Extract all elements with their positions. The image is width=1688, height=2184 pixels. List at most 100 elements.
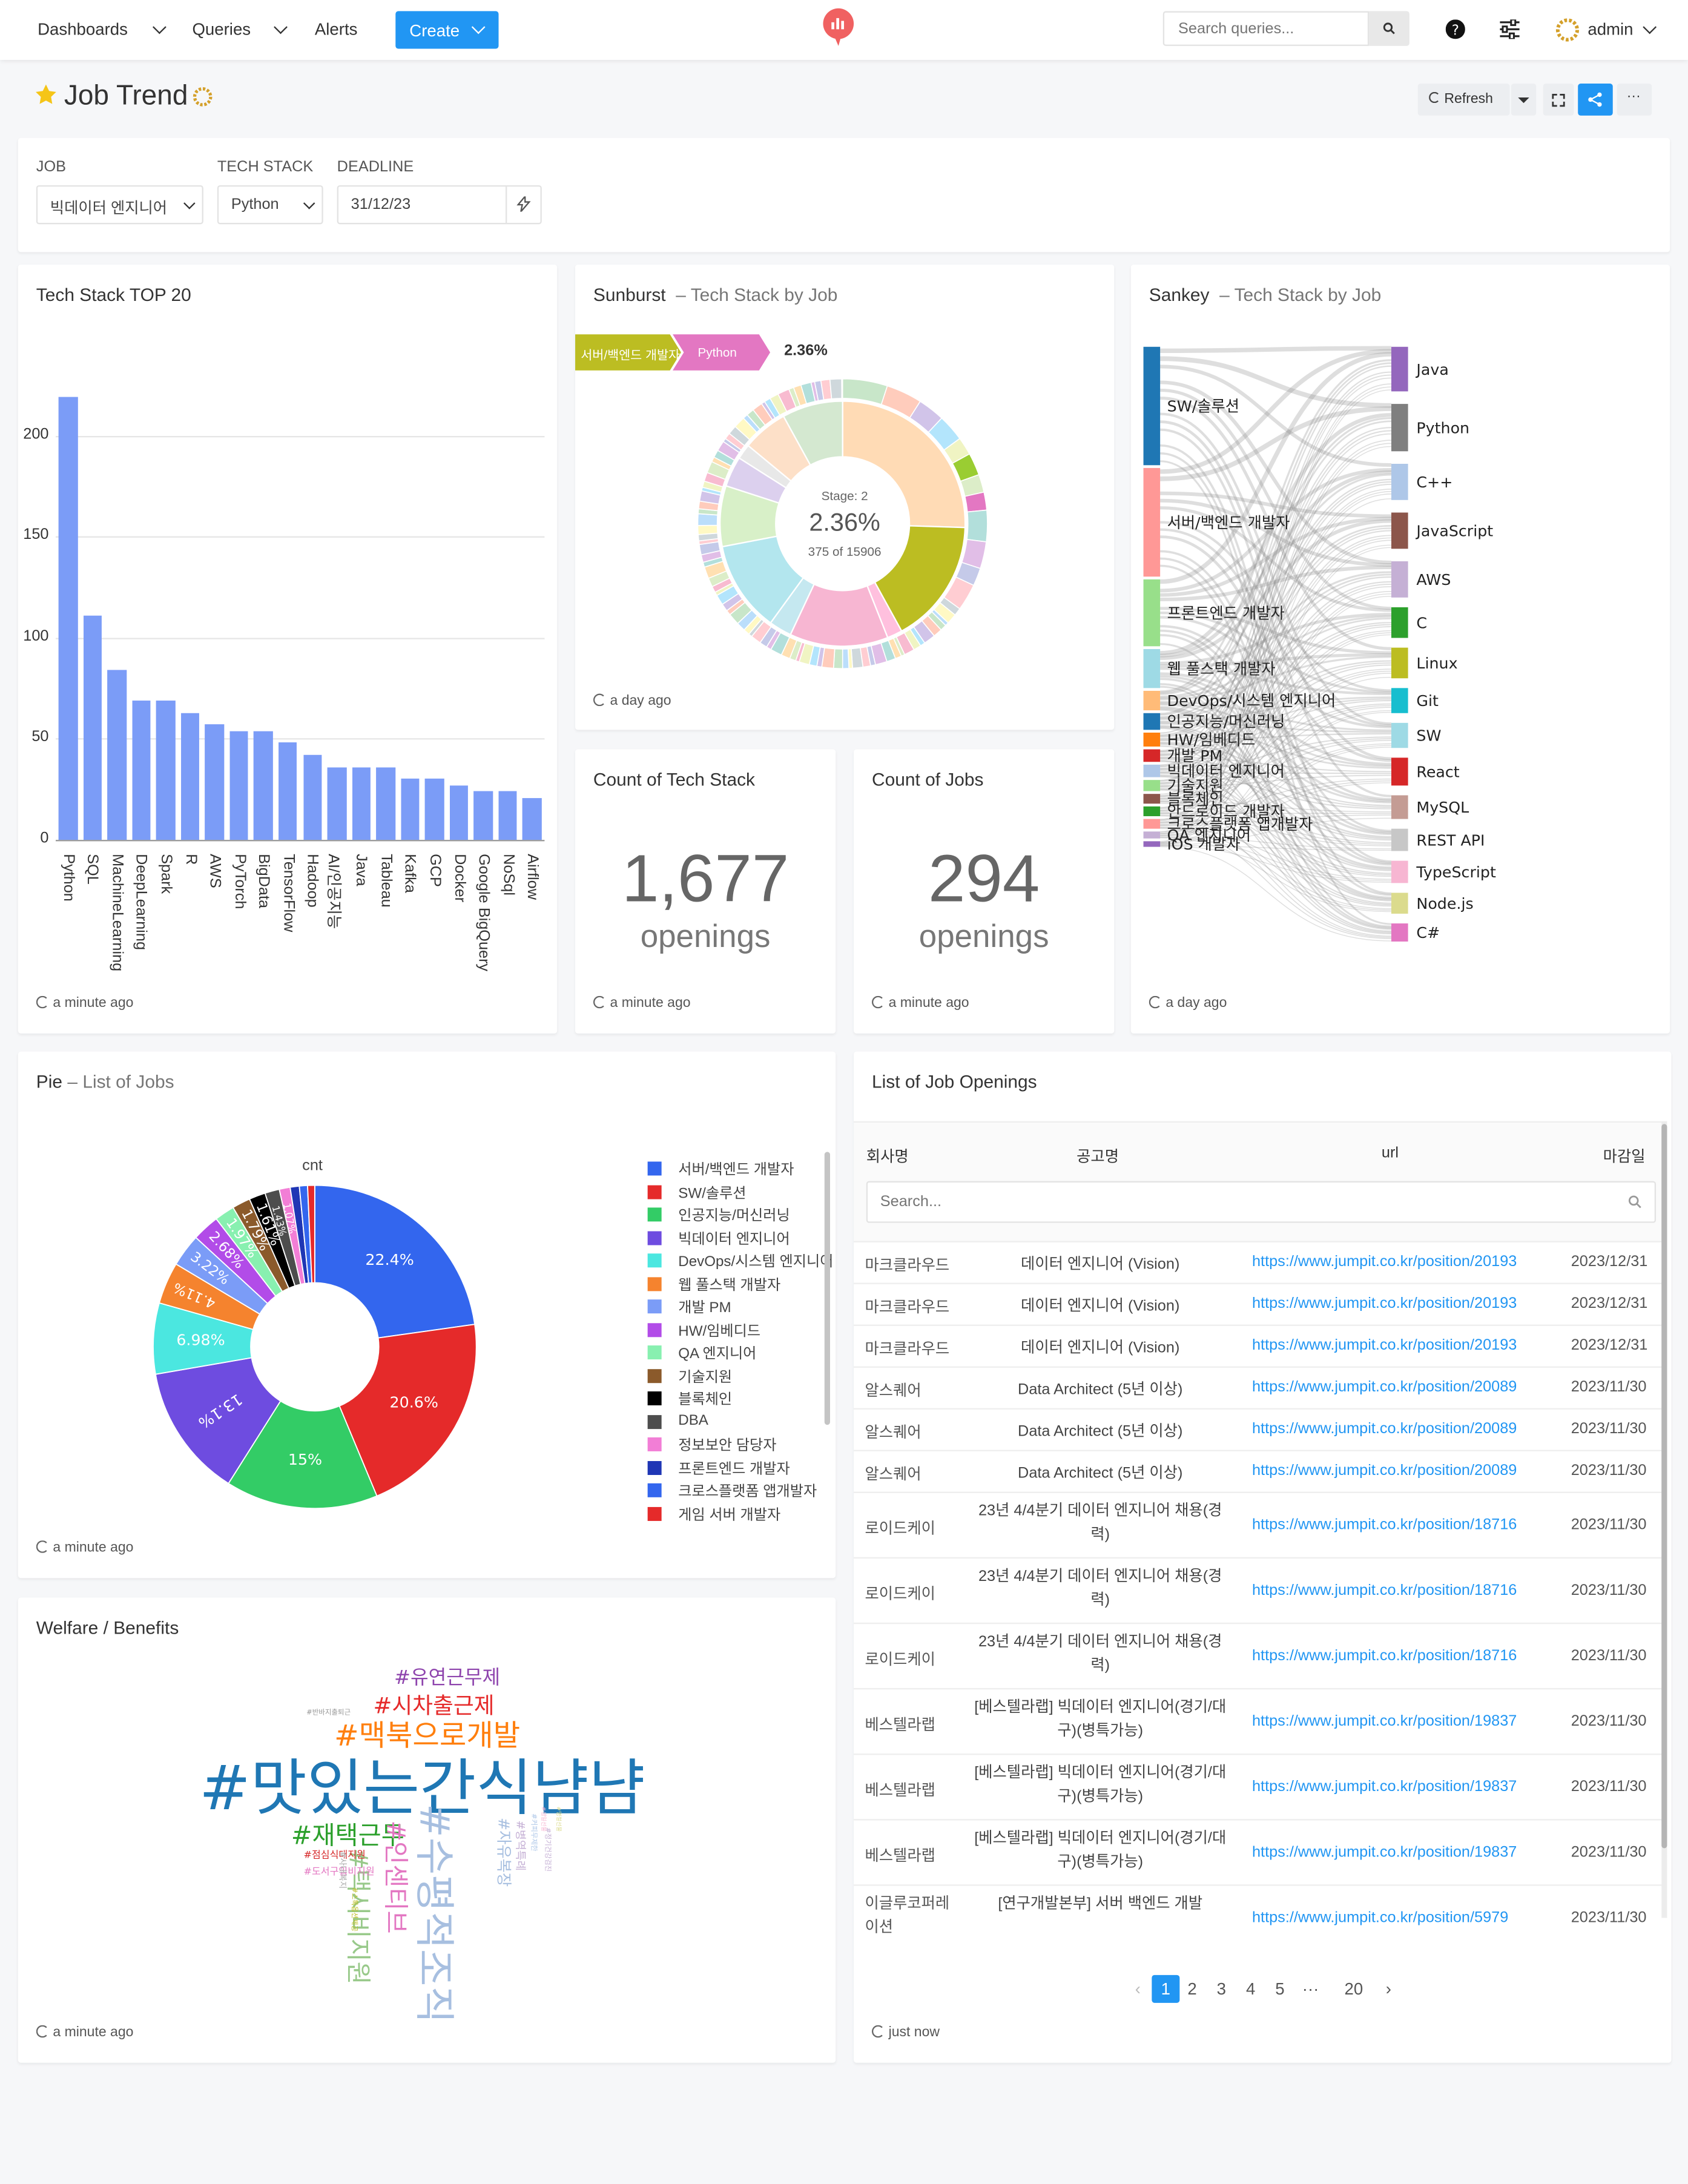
table-row[interactable]: 로이드케이 23년 4/4분기 데이터 엔지니어 채용(경력) https://ww… — [854, 1491, 1662, 1559]
table-row[interactable]: 알스퀘어 Data Architect (5년 이상) https://www.ju… — [854, 1408, 1662, 1451]
page-link[interactable]: 20 — [1340, 1975, 1368, 2003]
fullscreen-button[interactable] — [1543, 84, 1574, 116]
avatar[interactable] — [1555, 18, 1580, 42]
refresh-icon[interactable] — [36, 1540, 49, 1553]
column-header[interactable]: 회사명 — [866, 1145, 909, 1167]
job-url-link[interactable]: https://www.jumpit.co.kr/position/5979 — [1252, 1909, 1508, 1926]
refresh-icon[interactable] — [871, 995, 885, 1009]
deadline-date-input[interactable]: 31/12/23 — [337, 185, 542, 225]
job-url-link[interactable]: https://www.jumpit.co.kr/position/20089 — [1252, 1462, 1517, 1479]
page-link[interactable]: 3 — [1207, 1975, 1235, 2003]
sankey-node-left[interactable] — [1143, 579, 1161, 647]
bar[interactable] — [327, 767, 346, 840]
page-link[interactable]: ··· — [1297, 1975, 1325, 2003]
prev-page-icon[interactable]: ‹ — [1124, 1975, 1152, 2003]
bar[interactable] — [400, 779, 420, 840]
bar[interactable] — [107, 670, 127, 840]
sankey-chart[interactable]: SW/솔루션서버/백엔드 개발자프론트엔드 개발자웹 풀스택 개발자 DevOps… — [1131, 265, 1670, 1034]
refresh-icon[interactable] — [36, 995, 49, 1009]
sankey-node-left[interactable] — [1143, 749, 1161, 762]
user-name[interactable]: admin — [1587, 19, 1633, 39]
table-row[interactable]: 마크클라우드 데이터 엔지니어 (Vision) https://www.jumpi… — [854, 1282, 1662, 1326]
job-url-link[interactable]: https://www.jumpit.co.kr/position/20089 — [1252, 1379, 1517, 1396]
job-url-link[interactable]: https://www.jumpit.co.kr/position/18716 — [1252, 1647, 1517, 1664]
bar[interactable] — [156, 700, 176, 840]
sankey-link[interactable] — [1160, 346, 1391, 353]
page-link[interactable]: 2 — [1178, 1975, 1206, 2003]
job-url-link[interactable]: https://www.jumpit.co.kr/position/20193 — [1252, 1337, 1517, 1354]
create-button[interactable]: Create — [395, 11, 499, 49]
table-row[interactable]: 베스텔라랩 [베스텔라랩] 빅데이터 엔지니어(경기/대구)(병특가능) https… — [854, 1753, 1662, 1820]
refresh-button[interactable]: Refresh — [1417, 84, 1510, 116]
sankey-node-right[interactable] — [1391, 722, 1408, 748]
chevron-down-icon[interactable] — [152, 20, 166, 35]
table-search-input[interactable] — [866, 1181, 1657, 1223]
table-row[interactable]: 로이드케이 23년 4/4분기 데이터 엔지니어 채용(경력) https://ww… — [854, 1622, 1662, 1689]
sankey-node-right[interactable] — [1391, 607, 1408, 638]
job-url-link[interactable]: https://www.jumpit.co.kr/position/18716 — [1252, 1582, 1517, 1598]
sankey-node-right[interactable] — [1391, 561, 1408, 598]
sunburst-segment[interactable] — [841, 378, 843, 399]
sankey-node-right[interactable] — [1391, 688, 1408, 713]
job-url-link[interactable]: https://www.jumpit.co.kr/position/18716 — [1252, 1516, 1517, 1533]
bar[interactable] — [303, 754, 322, 840]
page-link[interactable]: 5 — [1266, 1975, 1294, 2003]
bar[interactable] — [131, 700, 151, 840]
pie-chart[interactable]: 22.4%20.6%15%13.1%6.98%4.11%3.22%2.68%1.… — [152, 1184, 478, 1509]
job-url-link[interactable]: https://www.jumpit.co.kr/position/20089 — [1252, 1420, 1517, 1437]
sankey-node-right[interactable] — [1391, 828, 1408, 851]
job-url-link[interactable]: https://www.jumpit.co.kr/position/19837 — [1252, 1712, 1517, 1729]
table-row[interactable]: 마크클라우드 데이터 엔지니어 (Vision) https://www.jumpi… — [854, 1241, 1662, 1284]
sankey-node-right[interactable] — [1391, 512, 1408, 549]
sankey-node-right[interactable] — [1391, 346, 1408, 392]
job-url-link[interactable]: https://www.jumpit.co.kr/position/20193 — [1252, 1253, 1517, 1270]
sankey-node-left[interactable] — [1143, 819, 1161, 829]
table-row[interactable]: 알스퀘어 Data Architect (5년 이상) https://www.ju… — [854, 1366, 1662, 1410]
sankey-node-left[interactable] — [1143, 732, 1161, 747]
sankey-node-left[interactable] — [1143, 841, 1161, 847]
refresh-icon[interactable] — [36, 2025, 49, 2038]
tech-stack-select[interactable]: Python — [217, 185, 323, 225]
bar[interactable] — [58, 397, 77, 840]
sankey-node-left[interactable] — [1143, 648, 1161, 688]
bar[interactable] — [205, 724, 224, 840]
share-button[interactable] — [1578, 84, 1613, 116]
job-url-link[interactable]: https://www.jumpit.co.kr/position/19837 — [1252, 1778, 1517, 1795]
table-row[interactable]: 로이드케이 23년 4/4분기 데이터 엔지니어 채용(경력) https://ww… — [854, 1557, 1662, 1624]
sankey-node-right[interactable] — [1391, 647, 1408, 679]
more-options-button[interactable]: ··· — [1617, 84, 1652, 116]
nav-alerts[interactable]: Alerts — [315, 19, 358, 39]
sankey-link[interactable] — [1160, 365, 1392, 467]
refresh-icon[interactable] — [593, 995, 606, 1009]
nav-queries[interactable]: Queries — [192, 19, 251, 39]
search-button[interactable] — [1369, 11, 1409, 46]
sunburst-segment[interactable] — [829, 378, 843, 400]
column-header[interactable]: 공고명 — [1076, 1145, 1119, 1167]
sankey-node-right[interactable] — [1391, 923, 1408, 942]
chevron-down-icon[interactable] — [274, 20, 288, 35]
sankey-node-right[interactable] — [1391, 463, 1408, 500]
table-row[interactable]: 이글루코퍼레이션 [연구개발본부] 서버 백엔드 개발 https://www.ju… — [854, 1884, 1662, 1951]
favorite-star-icon[interactable] — [35, 84, 58, 106]
bar[interactable] — [254, 730, 273, 840]
table-row[interactable]: 알스퀘어 Data Architect (5년 이상) https://www.ju… — [854, 1450, 1662, 1493]
column-header[interactable]: url — [1382, 1145, 1399, 1162]
help-icon[interactable]: ? — [1445, 19, 1465, 39]
table-scrollbar[interactable] — [1661, 1124, 1667, 1849]
bar[interactable] — [449, 785, 469, 840]
sankey-node-left[interactable] — [1143, 346, 1161, 466]
bar[interactable] — [278, 742, 298, 840]
refresh-icon[interactable] — [593, 693, 606, 707]
job-select[interactable]: 빅데이터 엔지니어 — [36, 185, 203, 225]
bar[interactable] — [498, 791, 518, 840]
bar[interactable] — [229, 730, 249, 840]
redash-logo-icon[interactable] — [822, 7, 855, 49]
refresh-icon[interactable] — [1149, 995, 1162, 1009]
refresh-icon[interactable] — [871, 2025, 885, 2038]
sankey-node-left[interactable] — [1143, 713, 1161, 730]
sankey-node-left[interactable] — [1143, 780, 1161, 791]
sankey-node-left[interactable] — [1143, 794, 1161, 804]
nav-dashboards[interactable]: Dashboards — [38, 19, 128, 39]
legend-scrollbar[interactable] — [824, 1152, 830, 1425]
sankey-node-right[interactable] — [1391, 795, 1408, 819]
